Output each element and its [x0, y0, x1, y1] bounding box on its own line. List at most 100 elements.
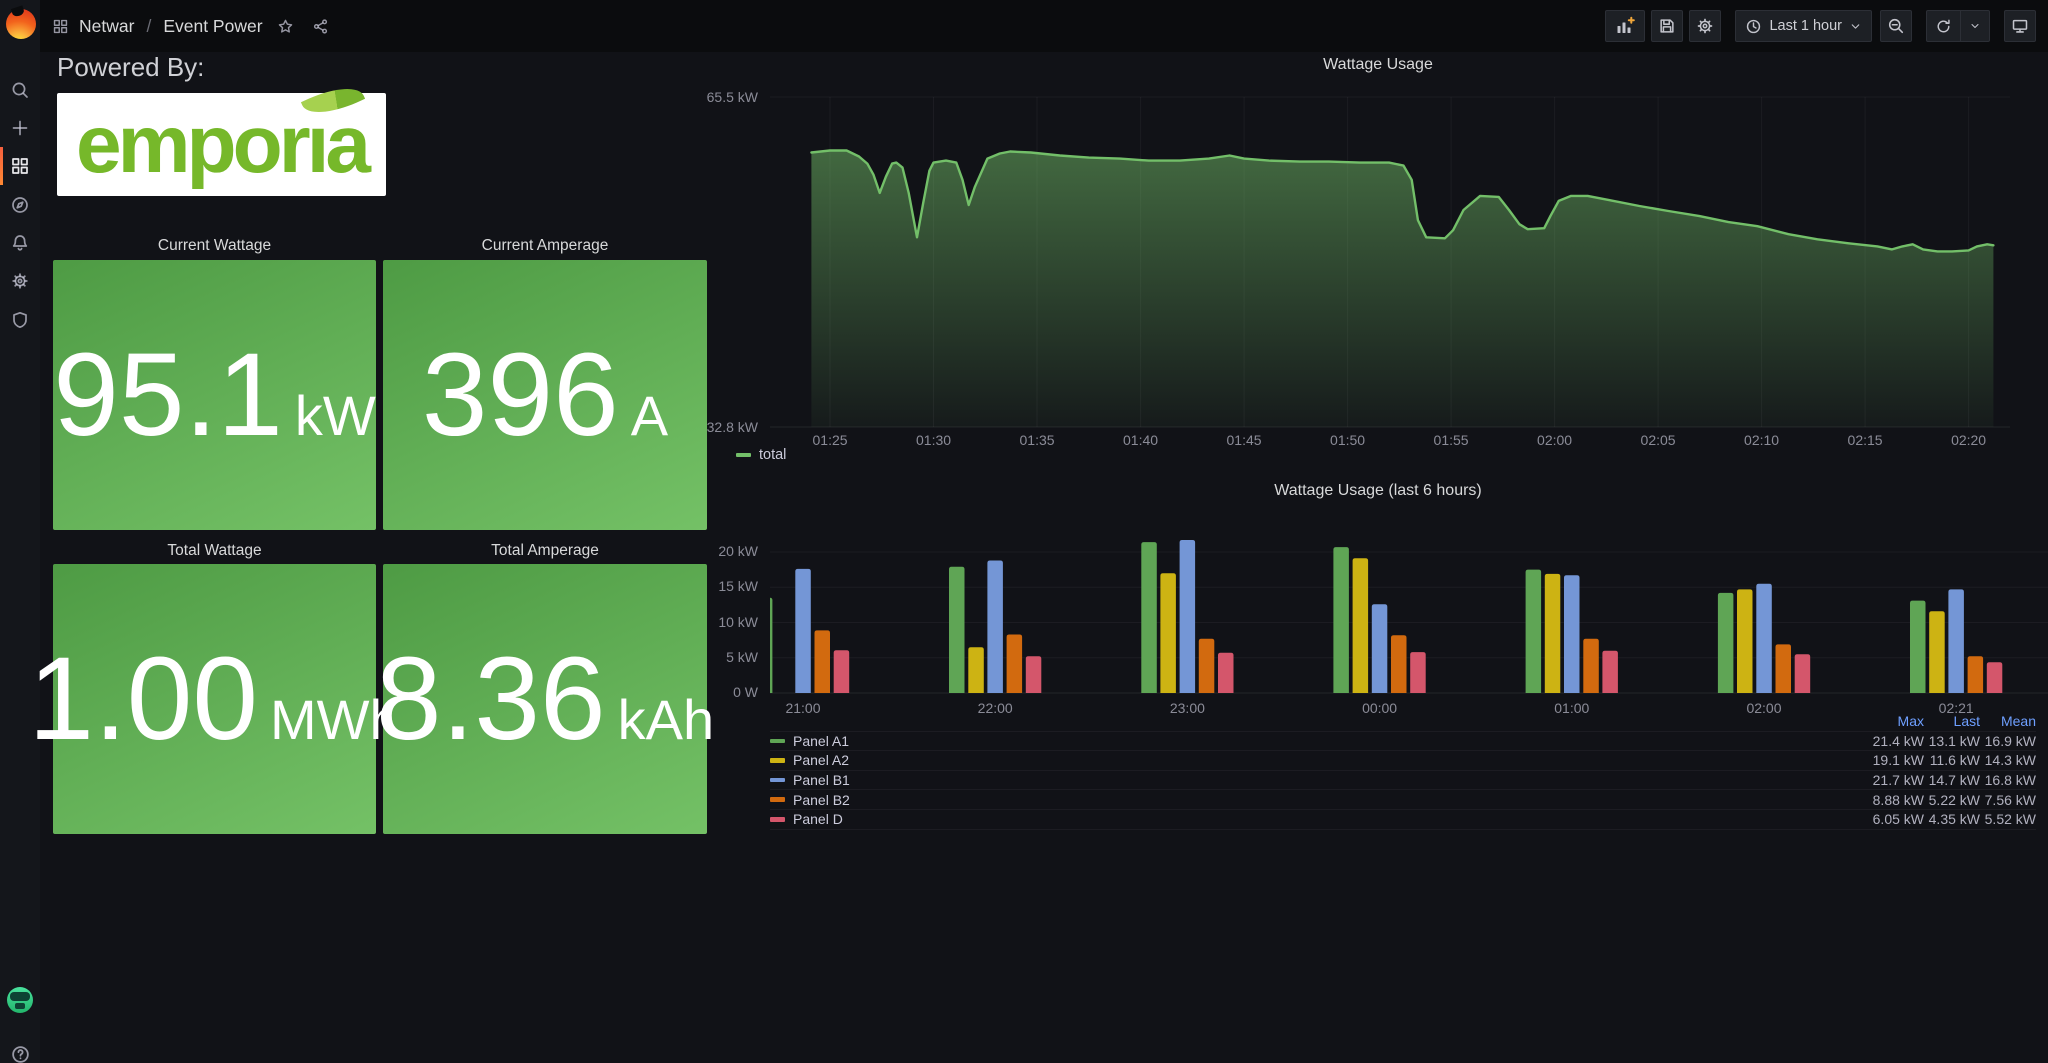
refresh-button-group [1926, 10, 1990, 42]
grafana-logo[interactable] [6, 9, 36, 39]
area-y-min-label: 32.8 kW [690, 419, 758, 435]
stat-value: 1.00 [28, 564, 258, 834]
kiosk-mode-button[interactable] [2004, 10, 2036, 42]
area-x-tick: 02:05 [1618, 432, 1698, 448]
area-x-tick: 01:40 [1101, 432, 1181, 448]
refresh-interval-caret[interactable] [1960, 11, 1989, 41]
legend-mean-value: 16.9 kW [1980, 733, 2036, 749]
stat-value: 396 [422, 260, 619, 530]
breadcrumb-separator: / [146, 16, 151, 37]
stat-panel-current-amperage: 396A [383, 260, 707, 530]
legend-mean-value: 7.56 kW [1980, 792, 2036, 808]
legend-header-last[interactable]: Last [1924, 713, 1980, 729]
grafana-dashboard: Netwar / Event Power Last 1 hour [0, 0, 2048, 1063]
time-range-picker[interactable]: Last 1 hour [1735, 10, 1872, 42]
area-x-tick: 02:20 [1929, 432, 2009, 448]
sidebar-item-server-admin[interactable] [0, 300, 40, 340]
series-label: Panel A1 [793, 733, 849, 749]
area-y-max-label: 65.5 kW [690, 89, 758, 105]
legend-max-value: 8.88 kW [1868, 792, 1924, 808]
stat-value: 8.36 [376, 564, 606, 834]
legend-row-panel-a1[interactable]: Panel A1 21.4 kW 13.1 kW 16.9 kW [770, 732, 2036, 752]
sidebar-item-search[interactable] [0, 70, 40, 110]
powered-by-text: Powered By: [57, 52, 204, 83]
legend-mean-value: 14.3 kW [1980, 752, 2036, 768]
profile-avatar[interactable] [7, 987, 33, 1013]
area-x-tick: 01:30 [894, 432, 974, 448]
legend-max-value: 21.4 kW [1868, 733, 1924, 749]
area-x-axis: 01:2501:3001:3501:4001:4501:5001:5502:00… [770, 432, 2010, 450]
legend-last-value: 5.22 kW [1924, 792, 1980, 808]
bar-y-tick: 20 kW [690, 543, 758, 559]
legend-last-value: 11.6 kW [1924, 752, 1980, 768]
breadcrumb-page[interactable]: Event Power [163, 16, 262, 37]
series-swatch [770, 758, 785, 763]
legend-header-max[interactable]: Max [1868, 713, 1924, 729]
toolbar: Last 1 hour [1605, 10, 2036, 42]
legend-row-panel-b1[interactable]: Panel B1 21.7 kW 14.7 kW 16.8 kW [770, 771, 2036, 791]
area-legend-item-total[interactable]: total [736, 447, 786, 463]
legend-last-value: 13.1 kW [1924, 733, 1980, 749]
dashboards-grid-icon [52, 18, 69, 35]
legend-last-value: 4.35 kW [1924, 811, 1980, 827]
stat-title-current-wattage[interactable]: Current Wattage [53, 237, 376, 257]
breadcrumb-section[interactable]: Netwar [79, 16, 134, 37]
chevron-down-icon [1849, 20, 1862, 33]
emporia-logo: emporıa [57, 93, 386, 196]
area-x-tick: 01:25 [790, 432, 870, 448]
legend-max-value: 21.7 kW [1868, 772, 1924, 788]
total-series-swatch [736, 453, 751, 458]
series-label: Panel B1 [793, 772, 850, 788]
bar-y-tick: 5 kW [690, 649, 758, 665]
legend-row-panel-d[interactable]: Panel D 6.05 kW 4.35 kW 5.52 kW [770, 810, 2036, 830]
sidebar-item-alerting[interactable] [0, 223, 40, 263]
legend-max-value: 6.05 kW [1868, 811, 1924, 827]
nav-sidebar [0, 0, 40, 1063]
series-label: Panel B2 [793, 792, 850, 808]
sidebar-item-help[interactable] [0, 1034, 40, 1063]
area-x-tick: 01:35 [997, 432, 1077, 448]
series-label: Panel D [793, 811, 843, 827]
series-swatch [770, 817, 785, 822]
area-x-tick: 01:45 [1204, 432, 1284, 448]
breadcrumb: Netwar / Event Power [52, 0, 329, 52]
star-icon[interactable] [277, 18, 294, 35]
area-x-tick: 01:50 [1308, 432, 1388, 448]
refresh-button[interactable] [1927, 11, 1960, 41]
area-chart-title[interactable]: Wattage Usage [748, 56, 2008, 74]
legend-mean-value: 5.52 kW [1980, 811, 2036, 827]
stat-title-total-amperage[interactable]: Total Amperage [383, 542, 707, 562]
area-x-tick: 01:55 [1411, 432, 1491, 448]
legend-header-mean[interactable]: Mean [1980, 713, 2036, 729]
legend-row-panel-a2[interactable]: Panel A2 19.1 kW 11.6 kW 14.3 kW [770, 751, 2036, 771]
stat-title-current-amperage[interactable]: Current Amperage [383, 237, 707, 257]
zoom-out-button[interactable] [1880, 10, 1912, 42]
emporia-logo-text: emporıa [57, 95, 386, 195]
series-swatch [770, 778, 785, 783]
dashboard-settings-button[interactable] [1689, 10, 1721, 42]
stat-title-total-wattage[interactable]: Total Wattage [53, 542, 376, 562]
add-panel-button[interactable] [1605, 10, 1645, 42]
bar-y-tick: 15 kW [690, 578, 758, 594]
area-x-tick: 02:10 [1722, 432, 1802, 448]
series-label: Panel A2 [793, 752, 849, 768]
bar-y-tick: 10 kW [690, 614, 758, 630]
save-dashboard-button[interactable] [1651, 10, 1683, 42]
bar-y-tick: 0 W [690, 684, 758, 700]
stat-value: 95.1 [53, 260, 283, 530]
legend-last-value: 14.7 kW [1924, 772, 1980, 788]
time-range-label: Last 1 hour [1769, 18, 1842, 34]
bar-chart-plot [770, 528, 2048, 700]
legend-row-panel-b2[interactable]: Panel B2 8.88 kW 5.22 kW 7.56 kW [770, 790, 2036, 810]
area-chart-plot [770, 90, 2010, 430]
sidebar-item-configuration[interactable] [0, 261, 40, 301]
sidebar-item-add[interactable] [0, 108, 40, 148]
share-icon[interactable] [312, 18, 329, 35]
sidebar-item-explore[interactable] [0, 185, 40, 225]
sidebar-item-dashboards[interactable] [0, 146, 40, 186]
stat-panel-total-amperage: 8.36kAh [383, 564, 707, 834]
legend-max-value: 19.1 kW [1868, 752, 1924, 768]
series-swatch [770, 797, 785, 802]
stat-unit: kW [295, 383, 376, 448]
bar-chart-title[interactable]: Wattage Usage (last 6 hours) [748, 482, 2008, 500]
